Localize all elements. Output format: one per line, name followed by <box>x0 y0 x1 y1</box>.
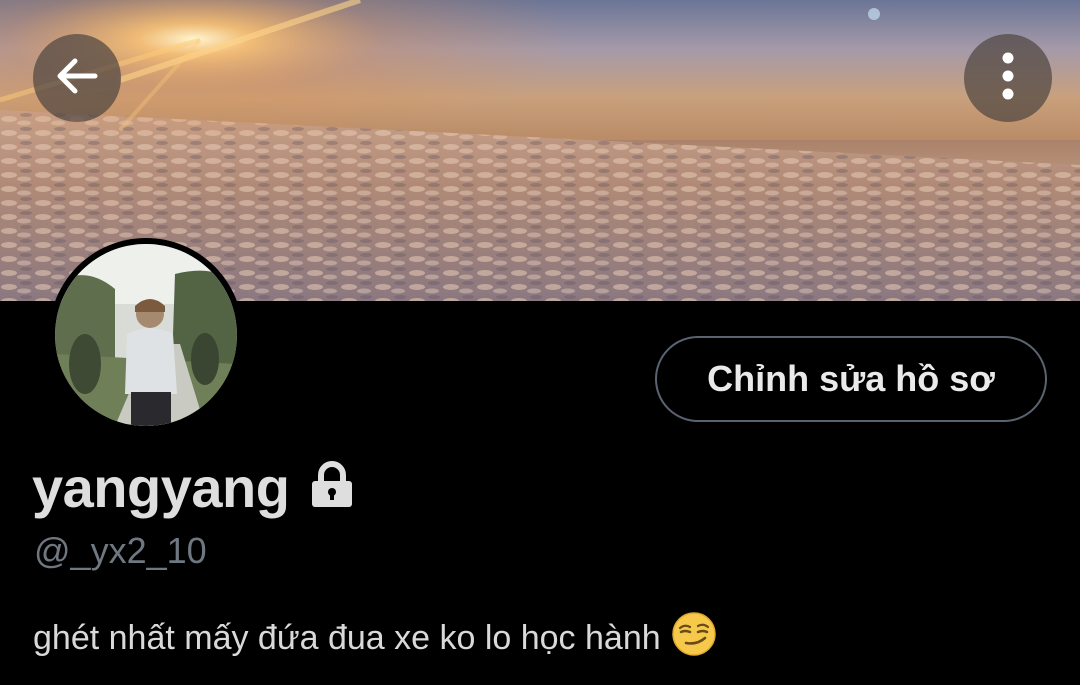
lock-icon <box>309 460 355 514</box>
edit-profile-button[interactable]: Chỉnh sửa hồ sơ <box>655 336 1047 422</box>
more-options-button[interactable] <box>964 34 1052 122</box>
bio-text: ghét nhất mấy đứa đua xe ko lo học hành <box>33 619 661 657</box>
display-name: yangyang <box>32 455 290 519</box>
username-handle: @_yx2_10 <box>34 530 207 571</box>
display-name-row: yangyang <box>32 452 355 522</box>
profile-avatar[interactable] <box>49 238 243 432</box>
more-vertical-icon <box>998 48 1018 109</box>
profile-bio: ghét nhất mấy đứa đua xe ko lo học hành <box>33 611 717 666</box>
smirking-face-emoji-icon <box>671 611 717 666</box>
arrow-left-icon <box>51 50 103 107</box>
back-button[interactable] <box>33 34 121 122</box>
